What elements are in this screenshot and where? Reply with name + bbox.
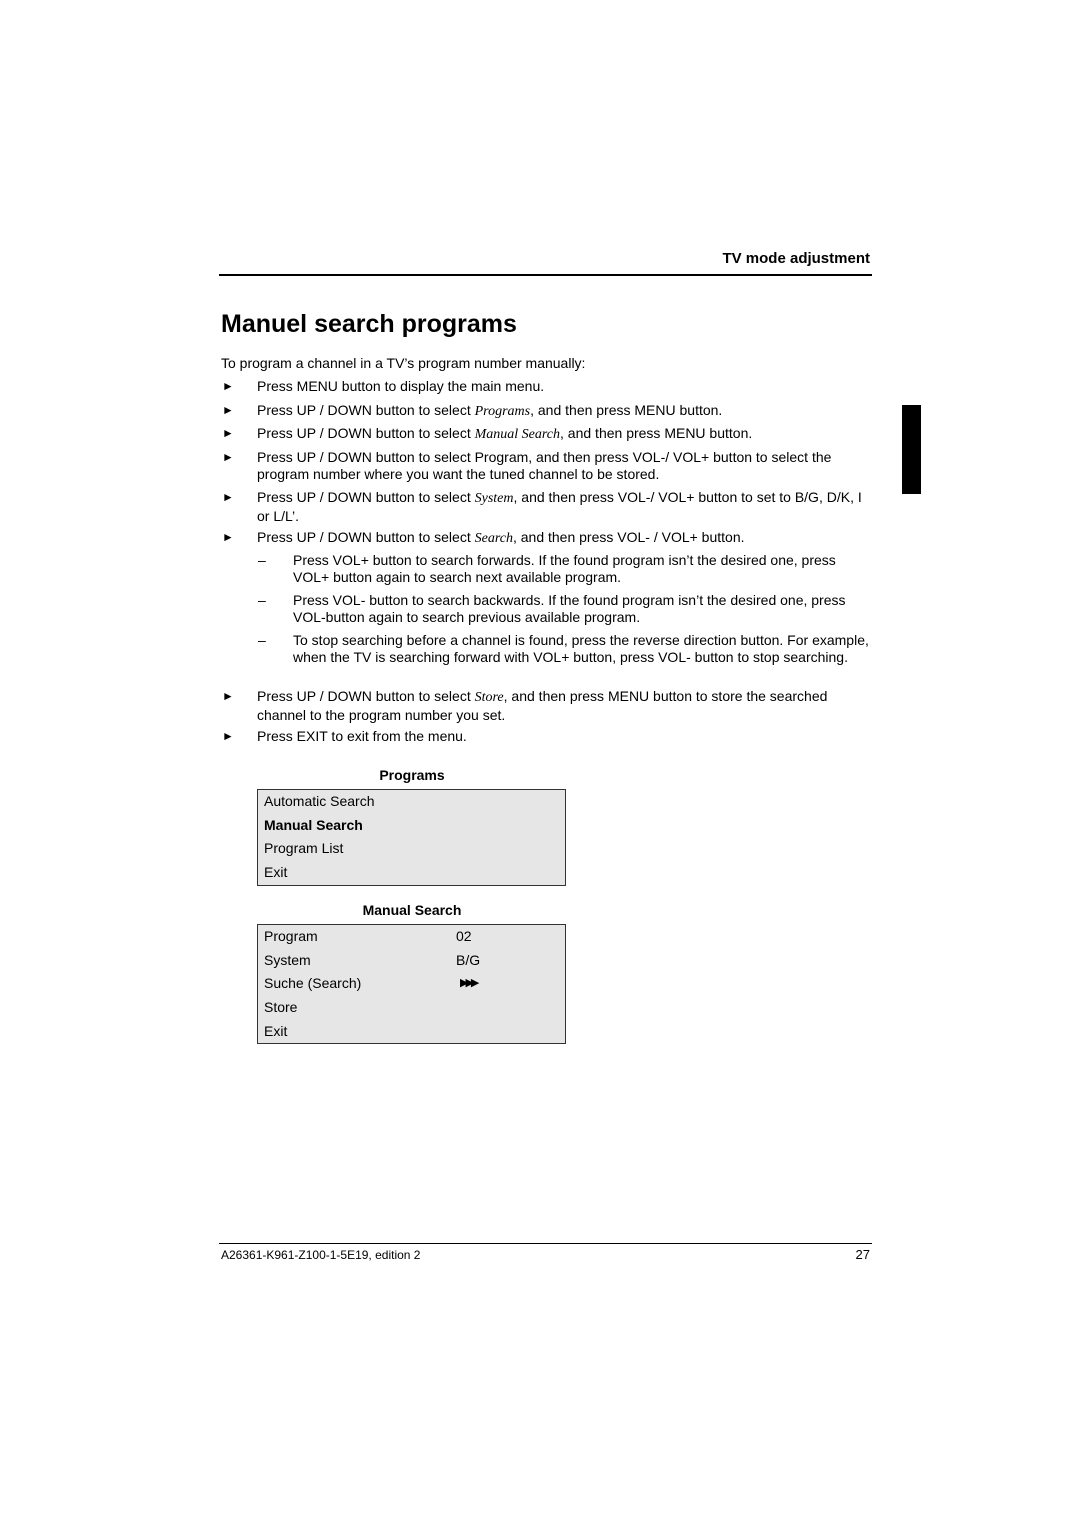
manual-search-menu: Program 02 System B/G Suche (Search) ▶▶▶ St… bbox=[257, 924, 566, 1045]
step-item: ► Press UP / DOWN button to select Manual… bbox=[222, 425, 872, 444]
row-label: System bbox=[264, 951, 311, 968]
bullet-arrow-icon: ► bbox=[222, 426, 234, 440]
step-item: ► Press UP / DOWN button to select System… bbox=[222, 489, 872, 524]
search-arrows-icon: ▶▶▶ bbox=[460, 977, 479, 990]
substep-item: – Press VOL+ button to search forwards. I… bbox=[258, 552, 870, 585]
step-text: Press UP / DOWN button to select Search,… bbox=[257, 529, 745, 546]
row-value: 02 bbox=[456, 928, 472, 944]
step-text: Press UP / DOWN button to select Manual … bbox=[257, 425, 753, 442]
step-item: ► Press MENU button to display the main m… bbox=[222, 378, 872, 397]
section-header: TV mode adjustment bbox=[722, 250, 870, 267]
substep-text: Press VOL- button to search backwards. I… bbox=[293, 592, 846, 625]
menu-row-search[interactable]: Suche (Search) ▶▶▶ bbox=[258, 972, 565, 996]
header-rule bbox=[219, 274, 872, 276]
substep-text: Press VOL+ button to search forwards. If… bbox=[293, 552, 836, 585]
programs-menu-title: Programs bbox=[379, 767, 445, 783]
menu-row-system[interactable]: System B/G bbox=[258, 949, 565, 973]
menu-row-exit[interactable]: Exit bbox=[258, 1020, 565, 1044]
menu-item-automatic-search[interactable]: Automatic Search bbox=[258, 790, 565, 814]
manual-search-menu-title: Manual Search bbox=[362, 902, 462, 918]
bullet-arrow-icon: ► bbox=[222, 403, 234, 417]
row-label: Suche (Search) bbox=[264, 975, 362, 992]
step-item: ► Press EXIT to exit from the menu. bbox=[222, 728, 872, 747]
menu-item-program-list[interactable]: Program List bbox=[258, 837, 565, 861]
bullet-arrow-icon: ► bbox=[222, 729, 234, 743]
bullet-arrow-icon: ► bbox=[222, 530, 234, 544]
bullet-arrow-icon: ► bbox=[222, 379, 234, 393]
step-item: ► Press UP / DOWN button to select Progra… bbox=[222, 402, 872, 421]
step-text: Press UP / DOWN button to select Store, … bbox=[257, 688, 828, 723]
bullet-arrow-icon: ► bbox=[222, 450, 234, 464]
menu-item-exit[interactable]: Exit bbox=[258, 861, 565, 885]
substep-item: – To stop searching before a channel is f… bbox=[258, 632, 870, 665]
menu-item-manual-search[interactable]: Manual Search bbox=[258, 814, 565, 838]
row-label: Exit bbox=[264, 1022, 288, 1039]
step-item: ► Press UP / DOWN button to select Search… bbox=[222, 529, 872, 548]
step-text: Press UP / DOWN button to select Program… bbox=[257, 449, 832, 482]
menu-row-program[interactable]: Program 02 bbox=[258, 925, 565, 949]
document-page: TV mode adjustment Manuel search program… bbox=[0, 0, 1080, 1528]
footer-doc-id: A26361-K961-Z100-1-5E19, edition 2 bbox=[221, 1248, 421, 1262]
page-title: Manuel search programs bbox=[221, 310, 517, 338]
step-item: ► Press UP / DOWN button to select Progra… bbox=[222, 449, 872, 484]
substep-text: To stop searching before a channel is fo… bbox=[293, 632, 869, 665]
dash-marker: – bbox=[258, 632, 266, 648]
step-text: Press UP / DOWN button to select Program… bbox=[257, 402, 723, 419]
step-text: Press EXIT to exit from the menu. bbox=[257, 728, 467, 744]
intro-text: To program a channel in a TV’s program n… bbox=[221, 355, 586, 371]
row-label: Store bbox=[264, 999, 298, 1016]
substep-item: – Press VOL- button to search backwards. … bbox=[258, 592, 870, 625]
programs-menu: Automatic Search Manual Search Program L… bbox=[257, 789, 566, 886]
chapter-tab-marker bbox=[902, 405, 921, 494]
row-value: B/G bbox=[456, 951, 481, 968]
bullet-arrow-icon: ► bbox=[222, 490, 234, 504]
step-text: Press MENU button to display the main me… bbox=[257, 378, 545, 394]
dash-marker: – bbox=[258, 552, 266, 568]
step-text: Press UP / DOWN button to select System,… bbox=[257, 489, 862, 524]
footer-rule bbox=[219, 1243, 872, 1244]
dash-marker: – bbox=[258, 592, 266, 608]
menu-row-store[interactable]: Store bbox=[258, 996, 565, 1020]
page-number: 27 bbox=[855, 1247, 870, 1262]
step-item: ► Press UP / DOWN button to select Store,… bbox=[222, 688, 872, 723]
bullet-arrow-icon: ► bbox=[222, 689, 234, 703]
row-label: Program bbox=[264, 928, 318, 944]
